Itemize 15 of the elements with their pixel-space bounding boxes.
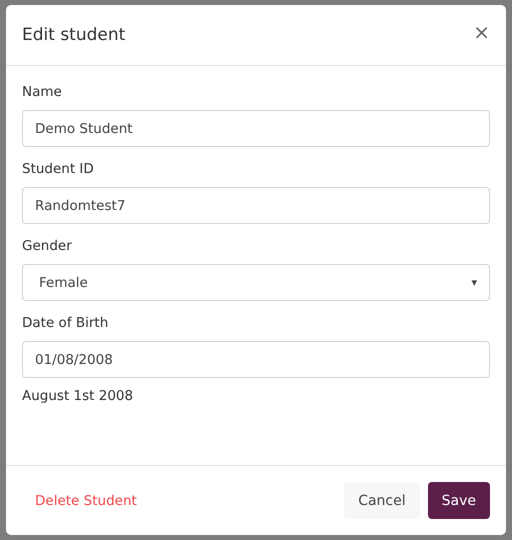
field-label: Name <box>22 84 63 100</box>
date-hint: August 1st 2008 <box>22 388 134 404</box>
text-field[interactable]: Randomtest7 <box>22 187 490 224</box>
date-field[interactable]: 01/08/2008 <box>22 341 490 378</box>
delete-link[interactable]: Delete Student <box>35 492 137 508</box>
save-button[interactable]: Save <box>428 482 490 519</box>
text-field[interactable]: Demo Student <box>22 110 490 147</box>
close-icon[interactable]: × <box>473 20 490 44</box>
gender-dropdown[interactable]: Female ▾ <box>22 264 490 301</box>
field-label: Date of Birth <box>22 315 110 331</box>
caret-icon: ▾ <box>471 276 477 289</box>
cancel-button[interactable]: Cancel <box>344 482 420 519</box>
field-label: Gender <box>22 238 73 254</box>
modal-title: Edit student <box>22 25 126 45</box>
field-label: Student ID <box>22 161 95 177</box>
